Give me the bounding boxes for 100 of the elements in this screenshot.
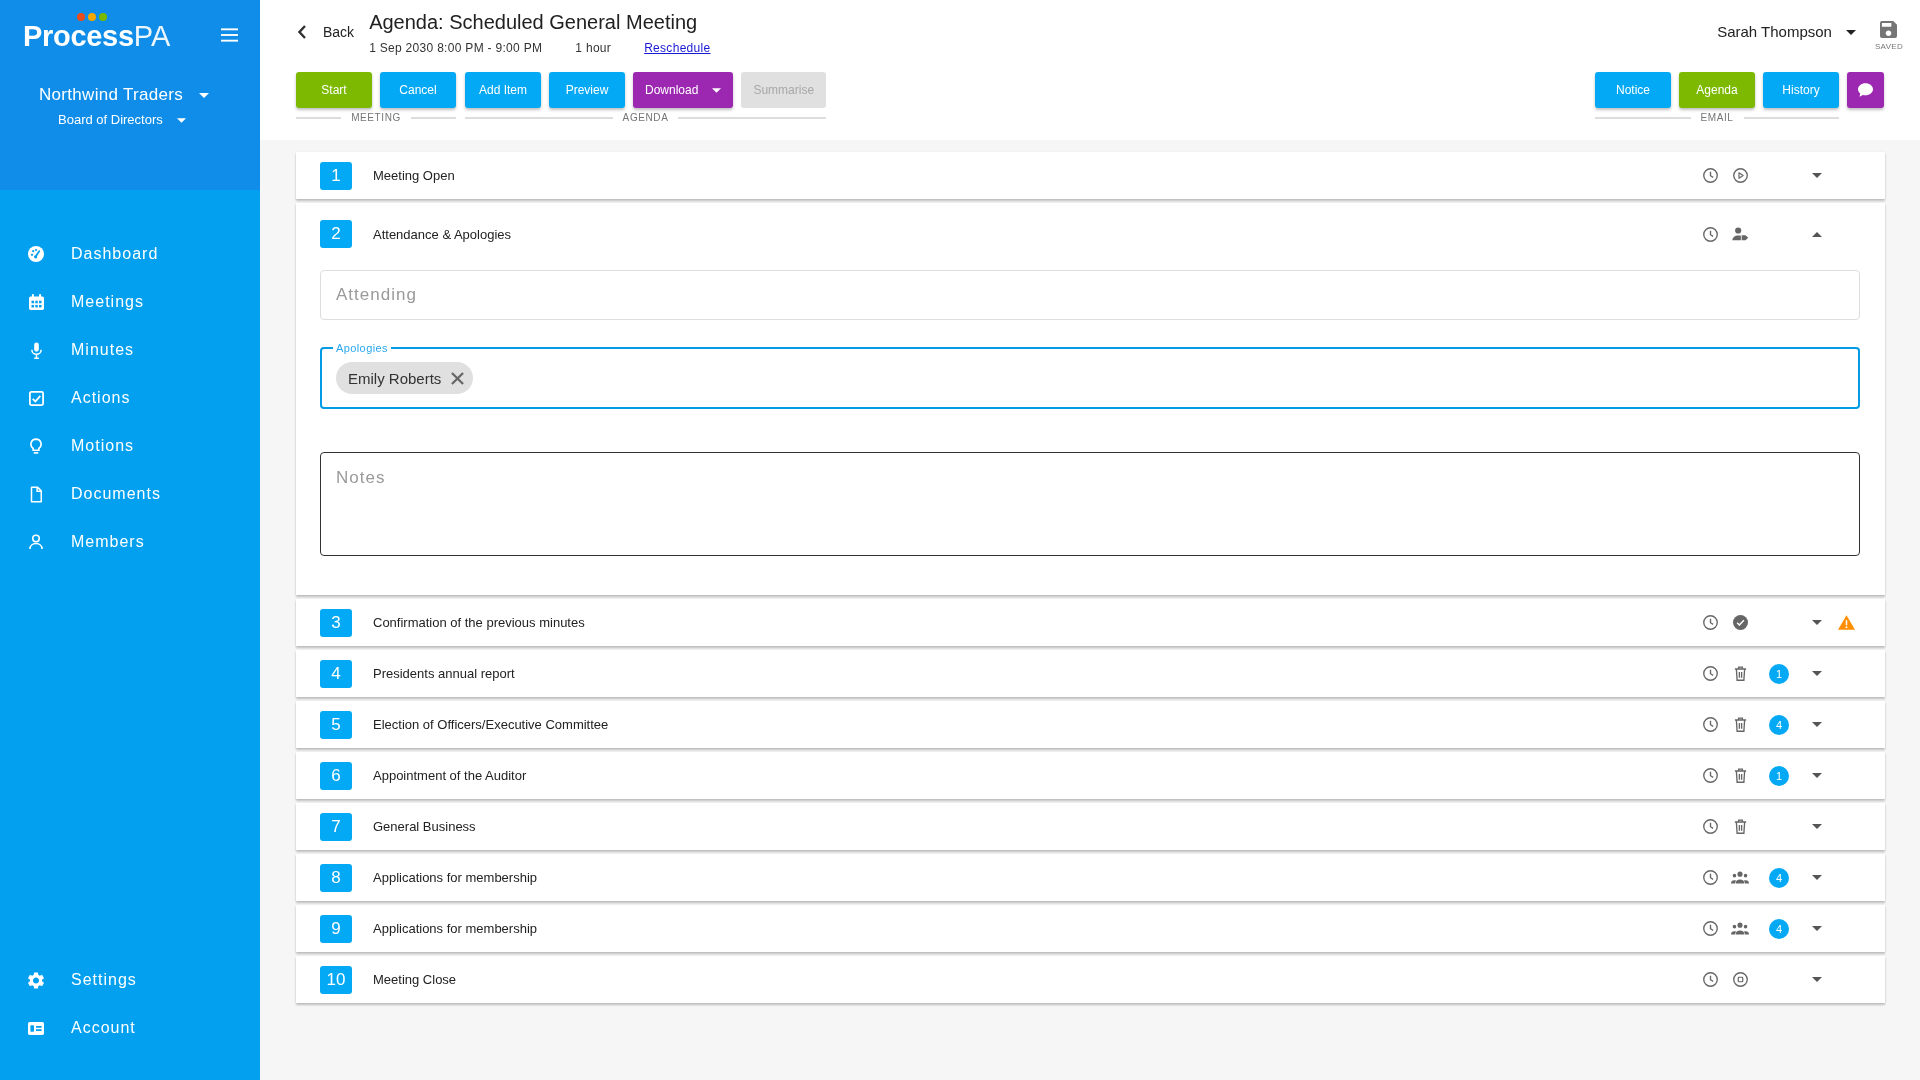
caret-icon [176, 117, 186, 123]
item-title: Attendance & Apologies [373, 226, 512, 242]
lightbulb-icon [30, 437, 42, 455]
meeting-duration: 1 hour [575, 40, 612, 56]
item-number: 10 [320, 965, 352, 994]
trash-icon[interactable] [1733, 717, 1747, 732]
person-tag-icon[interactable] [1731, 227, 1749, 241]
document-icon [30, 485, 42, 503]
caret-down-icon[interactable] [1812, 875, 1822, 880]
id-card-icon [28, 1021, 44, 1035]
people-icon[interactable] [1731, 922, 1749, 935]
clock-icon[interactable] [1702, 870, 1718, 885]
trash-icon[interactable] [1733, 768, 1747, 783]
nav-item[interactable]: Meetings [0, 278, 260, 326]
nav-item[interactable]: Account [0, 1004, 260, 1052]
notes-field[interactable]: Notes [320, 452, 1860, 556]
item-number: 9 [320, 914, 352, 943]
nav-item[interactable]: Minutes [0, 326, 260, 374]
caret-down-icon[interactable] [1812, 824, 1822, 829]
caret-down-icon[interactable] [1812, 671, 1822, 676]
checkbox-icon [28, 390, 44, 406]
clock-icon[interactable] [1702, 226, 1718, 242]
clock-icon[interactable] [1702, 819, 1718, 834]
clock-icon[interactable] [1702, 768, 1718, 783]
count-badge: 4 [1769, 714, 1789, 735]
item-title: Confirmation of the previous minutes [373, 615, 585, 630]
calendar-icon [28, 294, 44, 310]
action-button[interactable]: Preview [549, 72, 625, 108]
save-status: SAVED [1874, 42, 1903, 52]
item-number: 1 [320, 161, 352, 190]
trash-icon[interactable] [1733, 819, 1747, 834]
play-circle-icon[interactable] [1732, 168, 1748, 183]
logo-text: ProcessPA [23, 23, 171, 49]
item-title: Applications for membership [373, 921, 538, 936]
count-badge: 4 [1769, 918, 1789, 939]
count-badge: 4 [1769, 867, 1789, 888]
attending-field[interactable]: Attending [320, 270, 1860, 320]
caret-down-icon[interactable] [1812, 722, 1822, 727]
count-badge: 1 [1769, 663, 1789, 684]
person-icon [29, 534, 43, 550]
page-title: Agenda: Scheduled General Meeting [369, 10, 699, 34]
caret-up-icon[interactable] [1812, 231, 1822, 237]
item-number: 5 [320, 710, 352, 739]
clock-icon[interactable] [1702, 921, 1718, 936]
email-button[interactable]: Agenda [1679, 72, 1755, 108]
stop-circle-icon[interactable] [1732, 972, 1748, 987]
caret-down-icon[interactable] [1812, 173, 1822, 178]
group-label: AGENDA [622, 112, 669, 124]
group-label: MEETING [351, 112, 401, 124]
settings-icon [28, 971, 44, 989]
email-button[interactable]: History [1763, 72, 1839, 108]
item-title: Presidents annual report [373, 666, 515, 681]
check-circle-icon[interactable] [1732, 615, 1748, 630]
committee-dropdown[interactable]: Board of Directors [58, 112, 186, 128]
caret-down-icon[interactable] [1812, 620, 1822, 625]
clock-icon[interactable] [1702, 168, 1718, 183]
chat-button[interactable] [1847, 72, 1884, 108]
item-number: 7 [320, 812, 352, 841]
action-button[interactable]: Download [633, 72, 734, 108]
caret-down-icon[interactable] [1812, 926, 1822, 931]
action-button[interactable]: Start [296, 72, 372, 108]
nav-item[interactable]: Actions [0, 374, 260, 422]
name-chip[interactable]: Emily Roberts [336, 362, 474, 394]
nav-item[interactable]: Members [0, 518, 260, 566]
item-number: 2 [320, 220, 352, 248]
clock-icon[interactable] [1702, 717, 1718, 732]
caret-down-icon[interactable] [1812, 773, 1822, 778]
item-title: Meeting Close [373, 972, 457, 987]
close-icon[interactable] [451, 371, 465, 385]
clock-icon[interactable] [1702, 615, 1718, 630]
save-icon [1880, 21, 1898, 38]
menu-icon[interactable] [221, 28, 238, 42]
item-title: Appointment of the Auditor [373, 768, 527, 783]
item-title: Meeting Open [373, 168, 455, 183]
action-button[interactable]: Add Item [465, 72, 541, 108]
chevron-left-icon [298, 25, 306, 39]
dots-icon [77, 13, 107, 21]
action-button[interactable]: Cancel [380, 72, 456, 108]
caret-down-icon[interactable] [1812, 977, 1822, 982]
apologies-field[interactable]: Apologies Emily Roberts [320, 342, 1860, 409]
caret-icon [199, 92, 209, 98]
item-number: 4 [320, 659, 352, 688]
email-button[interactable]: Notice [1595, 72, 1671, 108]
clock-icon[interactable] [1702, 972, 1718, 987]
nav-item[interactable]: Settings [0, 956, 260, 1004]
people-icon[interactable] [1731, 871, 1749, 884]
nav-item[interactable]: Documents [0, 470, 260, 518]
user-menu[interactable]: Sarah Thompson [1717, 22, 1856, 42]
trash-icon[interactable] [1733, 666, 1747, 681]
nav-item[interactable]: Dashboard [0, 230, 260, 278]
back-button[interactable]: Back [298, 22, 355, 42]
microphone-icon [30, 341, 42, 359]
item-title: Election of Officers/Executive Committee [373, 717, 609, 732]
nav-item[interactable]: Motions [0, 422, 260, 470]
chat-icon [1858, 83, 1873, 97]
count-badge: 1 [1769, 765, 1789, 786]
reschedule-link[interactable]: Reschedule [644, 40, 711, 56]
clock-icon[interactable] [1702, 666, 1718, 681]
organization-dropdown[interactable]: Northwind Traders [39, 85, 209, 105]
apologies-label: Apologies [335, 342, 389, 354]
